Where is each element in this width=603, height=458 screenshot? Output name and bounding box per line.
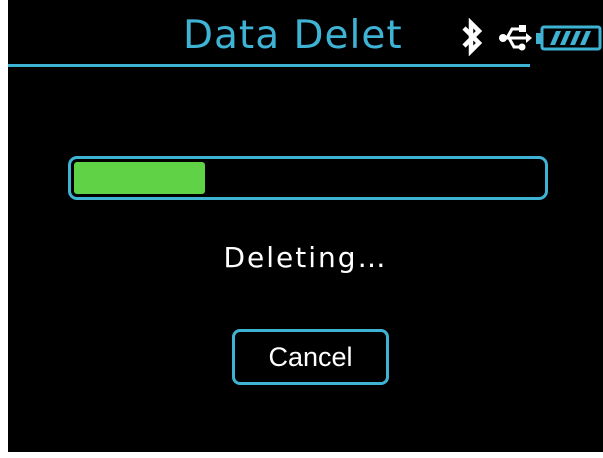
bluetooth-icon: [458, 17, 486, 60]
progress-fill: [74, 162, 205, 194]
header-bar: Data Delet: [8, 0, 603, 70]
usb-icon: [498, 20, 532, 60]
status-message: Deleting…: [223, 241, 388, 274]
header-divider: [8, 64, 530, 67]
page-title: Data Delet: [183, 13, 403, 58]
progress-bar: [68, 156, 548, 200]
battery-icon: [536, 25, 602, 55]
cancel-button[interactable]: Cancel: [232, 329, 389, 385]
device-screen: Data Delet Deleting… Cancel: [8, 0, 603, 452]
